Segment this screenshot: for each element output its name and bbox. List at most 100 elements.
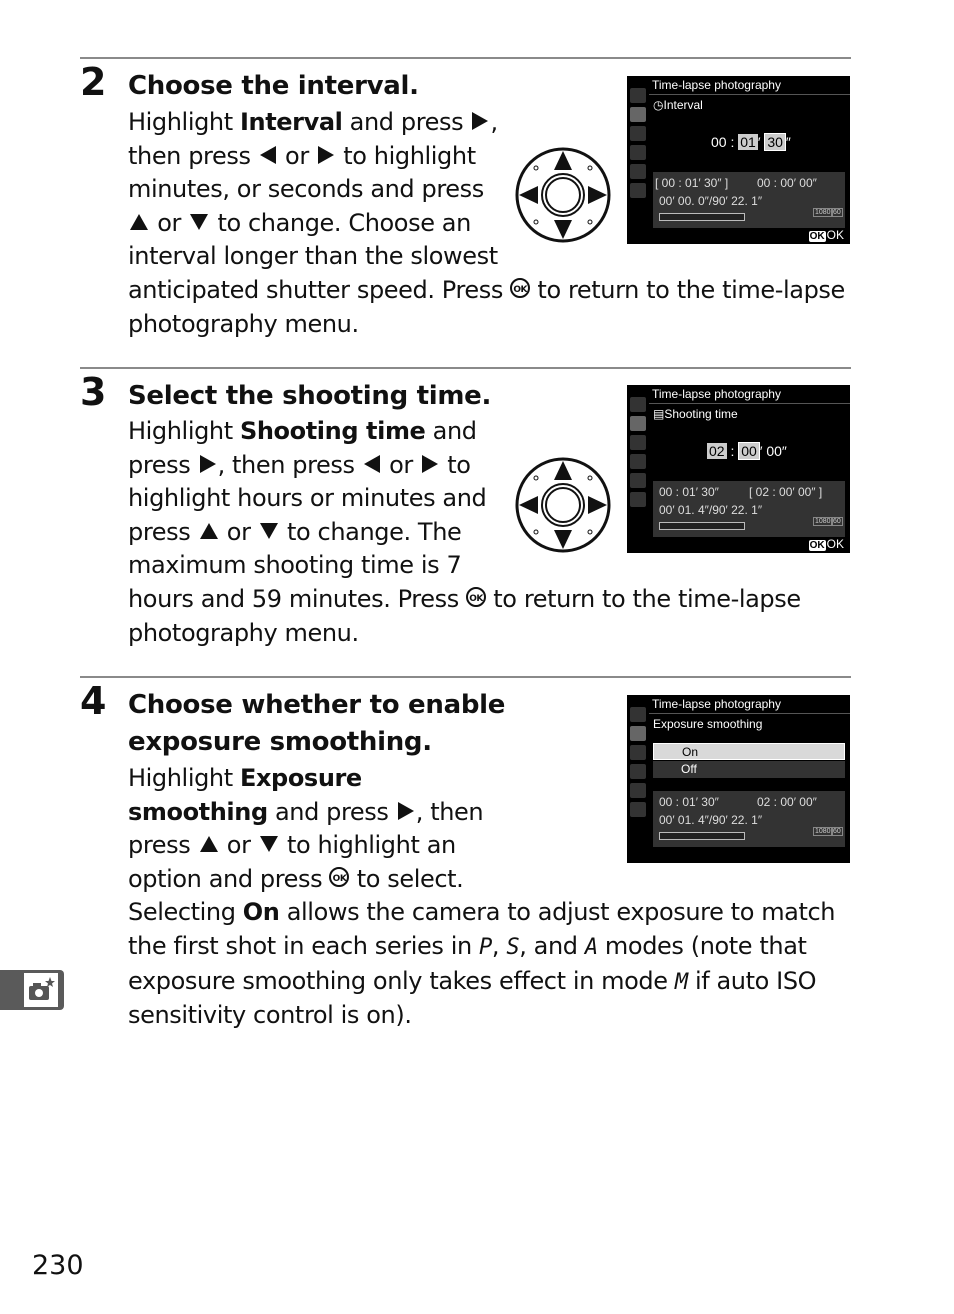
remaining-time-readout: 00′ 01. 4″/90′ 22. 1″ [659,813,763,827]
menu-sidebar [627,385,649,553]
frame-rate-tag: 60 [831,208,843,217]
right-arrow-icon [472,112,489,130]
text: then press [128,141,258,170]
text: press [128,831,198,860]
seconds-field[interactable]: 00 [766,443,782,459]
time-fields: 02 : 00 ′ 00″ [707,442,787,460]
section-divider [80,676,851,678]
minutes-field[interactable]: 00 [738,442,760,460]
step-number: 3 [80,370,107,414]
text: Highlight [128,417,240,445]
text: to return to the time-lapse [486,584,801,613]
hours-field[interactable]: 00 [711,134,727,150]
seconds-field[interactable]: 30 [764,133,786,151]
hours-field[interactable]: 02 [707,443,727,459]
text: Highlight [128,764,240,792]
divider [649,94,850,95]
camera-screen-shooting-time: Time-lapse photography ▤Shooting time 02… [627,385,850,553]
screen-header: Time-lapse photography [652,387,781,401]
title-line: exposure smoothing. [128,727,432,757]
camera-icon [630,107,646,122]
option-name: On [242,898,280,927]
step-number: 2 [80,60,107,104]
ok-label: OK [826,228,844,242]
step-title: Select the shooting time. [128,381,492,411]
title-line: Choose whether to enable [128,690,506,720]
divider [649,713,850,714]
ok-prompt: OK OK [808,537,844,551]
retouch-icon [630,473,646,488]
text: to highlight [336,141,476,170]
text: or [381,450,421,479]
left-arrow-icon [363,454,380,473]
pencil-icon [630,126,646,141]
text: interval longer than the slowest [128,242,498,271]
section-divider [80,367,851,369]
text: to change. Choose an [210,208,471,237]
menu-item-name: Shooting time [239,417,426,445]
text: exposure smoothing only takes effect in … [128,966,675,995]
subtitle-text: Interval [663,98,703,112]
ok-button-icon: OK [510,277,531,298]
text: photography menu. [128,618,359,647]
time-fields: 00 : 01 ′ 30 ″ [711,133,791,151]
my-menu-icon [630,183,646,198]
pencil-icon [630,435,646,450]
shooting-time-readout: 00 : 00′ 00″ [757,176,817,190]
text: press [128,517,198,546]
playback-icon [630,88,646,103]
step-title: Choose the interval. [128,71,419,101]
step-number: 4 [80,679,107,723]
progress-bar [659,832,745,840]
text: anticipated shutter speed. Press [128,275,511,304]
divider [649,403,850,404]
mode-s-glyph: S [506,934,520,960]
retouch-icon [630,164,646,179]
text: allows the camera to adjust exposure to … [279,898,836,927]
up-arrow-icon [130,213,148,230]
frame-size-tag: 1080 [813,208,833,217]
right-arrow-icon [422,454,439,473]
frame-size-tag: 1080 [813,517,833,526]
text: or [277,141,317,170]
progress-bar [659,522,745,530]
left-arrow-icon [259,145,276,164]
frame-rate-tag: 60 [831,827,843,836]
pencil-icon [630,745,646,760]
wrench-icon [630,145,646,160]
menu-item-name: smoothing [128,797,268,826]
retouch-icon [630,783,646,798]
interval-readout: 00 : 01′ 30″ [659,795,719,809]
text: and press [267,797,396,826]
option-on[interactable]: On [653,743,845,760]
up-arrow-icon [199,836,218,853]
step-title: Choose whether to enable exposure smooth… [128,687,505,761]
text: Selecting [128,898,243,927]
interval-timer-icon: ◷ [653,98,664,112]
option-label: On [682,745,699,759]
ok-button-icon: OK [329,866,350,887]
menu-item-name: Interval [239,108,343,136]
ok-icon: OK [808,540,826,551]
playback-icon [630,397,646,412]
option-label: Off [681,762,697,776]
wrench-icon [630,764,646,779]
text: and press [342,108,471,136]
text: the first shot in each series in [128,931,480,960]
text: maximum shooting time is 7 [128,551,462,580]
text: , then press [217,450,362,479]
option-off[interactable]: Off [653,761,845,778]
screen-subtitle: Exposure smoothing [653,717,763,731]
text: if auto ISO [687,966,817,995]
remaining-time-readout: 00′ 01. 4″/90′ 22. 1″ [659,503,763,517]
camera-screen-interval: Time-lapse photography ◷Interval 00 : 01… [627,76,850,244]
text: press [128,450,198,479]
right-arrow-icon [318,145,335,164]
wrench-icon [630,454,646,469]
minutes-field[interactable]: 01 [738,134,758,150]
text: hours and 59 minutes. Press [128,584,467,613]
text: or [219,517,258,546]
interval-readout: 00 : 01′ 30″ [659,485,719,499]
interval-readout: [ 00 : 01′ 30″ ] [655,176,729,190]
down-arrow-icon [190,213,209,230]
